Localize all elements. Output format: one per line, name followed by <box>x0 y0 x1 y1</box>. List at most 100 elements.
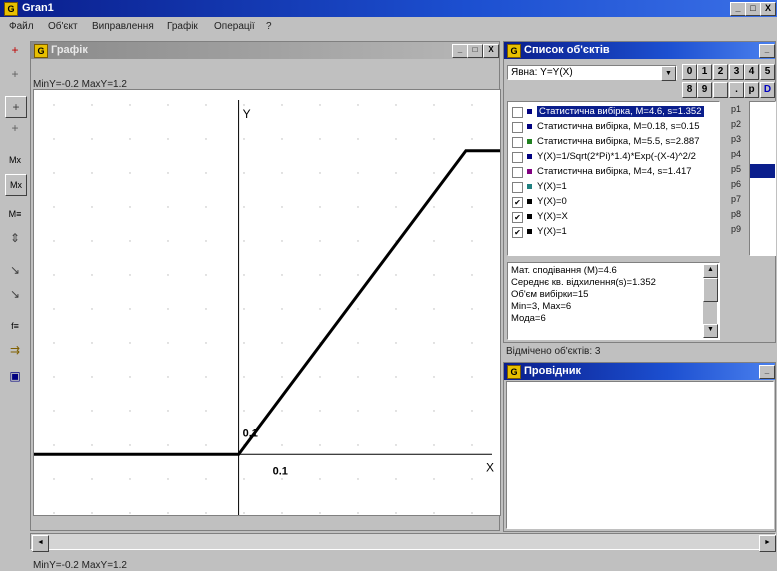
object-checkbox[interactable] <box>512 182 523 193</box>
close-button[interactable]: X <box>760 2 776 16</box>
grid-dot <box>471 172 473 174</box>
grid-dot <box>91 172 93 174</box>
num-button-1[interactable]: 1 <box>697 64 712 80</box>
object-list-item[interactable]: Статистична вибірка, M=4, s=1.417 <box>508 165 719 179</box>
minimize-button[interactable]: _ <box>730 2 746 16</box>
grid-dot <box>243 172 245 174</box>
scroll-down-icon[interactable]: ▼ <box>703 324 718 338</box>
menu-operations[interactable]: Операції <box>214 21 255 32</box>
plot-area[interactable]: Y X 0.1 0.1 <box>33 89 580 516</box>
menu-help[interactable]: ? <box>266 21 272 32</box>
grid-dot <box>433 444 435 446</box>
menu-file[interactable]: Файл <box>9 21 34 32</box>
menu-graph[interactable]: Графік <box>167 21 198 32</box>
explorer-body[interactable] <box>506 381 774 529</box>
line-tool-icon[interactable]: ↘ <box>5 260 25 280</box>
grid-dot <box>433 478 435 480</box>
menu-edit[interactable]: Виправлення <box>92 21 154 32</box>
object-checkbox[interactable]: ✔ <box>512 227 523 238</box>
object-list-item[interactable]: Статистична вибірка, M=0.18, s=0.15 <box>508 120 719 134</box>
menu-icon[interactable]: M≡ <box>5 204 25 224</box>
scale-icon[interactable]: ⇕ <box>5 228 25 248</box>
object-list-item[interactable]: Статистична вибірка, M=5.5, s=2.887 <box>508 135 719 149</box>
scroll-left-icon[interactable]: ◄ <box>32 535 49 552</box>
num-button-d[interactable]: D <box>760 82 775 98</box>
grid-dot <box>433 410 435 412</box>
series-line <box>34 149 580 456</box>
object-list-item[interactable]: Статистична вибірка, M=4.6, s=1.352 <box>508 105 719 119</box>
num-button-9[interactable]: 9 <box>697 82 712 98</box>
grid-dot <box>281 206 283 208</box>
num-button-3[interactable]: 3 <box>729 64 744 80</box>
grid-dot <box>53 206 55 208</box>
save-icon[interactable]: ▣ <box>5 366 25 386</box>
grid-dot <box>205 308 207 310</box>
object-list-item[interactable]: ✔ Y(X)=1 <box>508 225 719 239</box>
grid-dot <box>433 376 435 378</box>
scroll-right-icon[interactable]: ► <box>759 535 776 552</box>
object-list-item[interactable]: Y(X)=1/Sqrt(2*Pi)*1.4)*Exp(-(X-4)^2/2 <box>508 150 719 164</box>
add-point-gray-icon[interactable]: + <box>5 64 25 84</box>
scroll-up-icon[interactable]: ▲ <box>703 264 718 278</box>
num-button-8[interactable]: 8 <box>682 82 697 98</box>
object-list-minimize-button[interactable]: _ <box>759 44 775 58</box>
param-cell[interactable]: p5 <box>731 164 748 177</box>
function-type-select[interactable]: Явна: Y=Y(X) ▼ <box>507 65 677 81</box>
grid-dot <box>433 342 435 344</box>
object-checkbox[interactable] <box>512 122 523 133</box>
horizontal-scrollbar[interactable]: ◄ ► <box>30 533 776 552</box>
grid-dot <box>395 376 397 378</box>
grid-dot <box>433 274 435 276</box>
param-cell[interactable]: p1 <box>731 104 748 117</box>
explorer-minimize-button[interactable]: _ <box>759 365 775 379</box>
explorer-icon: G <box>507 365 521 379</box>
num-button-4[interactable]: 4 <box>744 64 759 80</box>
menu-object[interactable]: Об'єкт <box>48 21 78 32</box>
object-list-item[interactable]: Y(X)=1 <box>508 180 719 194</box>
object-checkbox[interactable] <box>512 152 523 163</box>
object-label: Y(X)=X <box>537 211 568 222</box>
chevron-down-icon[interactable]: ▼ <box>661 66 676 81</box>
param-cell[interactable]: p7 <box>731 194 748 207</box>
add-point-icon[interactable]: + <box>5 40 25 60</box>
object-checkbox[interactable]: ✔ <box>512 212 523 223</box>
grid-dot <box>319 512 321 514</box>
object-checkbox[interactable] <box>512 107 523 118</box>
object-color-swatch <box>527 154 532 159</box>
object-checkbox[interactable] <box>512 167 523 178</box>
param-cell[interactable]: p3 <box>731 134 748 147</box>
param-cell[interactable]: p8 <box>731 209 748 222</box>
info-scroll-thumb[interactable] <box>703 278 718 302</box>
grid-dot <box>357 308 359 310</box>
function-icon[interactable]: f≡ <box>5 316 25 336</box>
num-button-2[interactable]: 2 <box>713 64 728 80</box>
num-button-5[interactable]: 5 <box>760 64 775 80</box>
grid-dot <box>129 478 131 480</box>
object-list-item[interactable]: ✔ Y(X)=X <box>508 210 719 224</box>
param-cell[interactable]: p2 <box>731 119 748 132</box>
object-list-item[interactable]: ✔ Y(X)=0 <box>508 195 719 209</box>
num-button-blank[interactable] <box>713 82 728 98</box>
object-checkbox[interactable]: ✔ <box>512 197 523 208</box>
maximize-button[interactable]: □ <box>745 2 761 16</box>
grid-dot <box>433 172 435 174</box>
param-cell[interactable]: p9 <box>731 224 748 237</box>
move-point-icon[interactable]: + <box>5 96 27 118</box>
open-folder-icon[interactable]: ⇉ <box>5 340 25 360</box>
num-button-0[interactable]: 0 <box>682 64 697 80</box>
grid-dot <box>357 138 359 140</box>
graph-maximize-button[interactable]: □ <box>467 44 483 58</box>
line-tool2-icon[interactable]: ↘ <box>5 284 25 304</box>
graph-close-button[interactable]: X <box>483 44 499 58</box>
param-cell[interactable]: p4 <box>731 149 748 162</box>
graph-minimize-button[interactable]: _ <box>452 44 468 58</box>
param-cell[interactable]: p6 <box>731 179 748 192</box>
mx-active-icon[interactable]: Mx <box>5 174 27 196</box>
info-scrollbar[interactable]: ▲ ▼ <box>703 264 718 338</box>
num-button-p[interactable]: p <box>744 82 759 98</box>
grid-dot <box>243 138 245 140</box>
num-button-dot[interactable]: . <box>729 82 744 98</box>
pointer-icon[interactable]: + <box>5 118 25 138</box>
object-checkbox[interactable] <box>512 137 523 148</box>
mx-icon[interactable]: Mx <box>5 150 25 170</box>
